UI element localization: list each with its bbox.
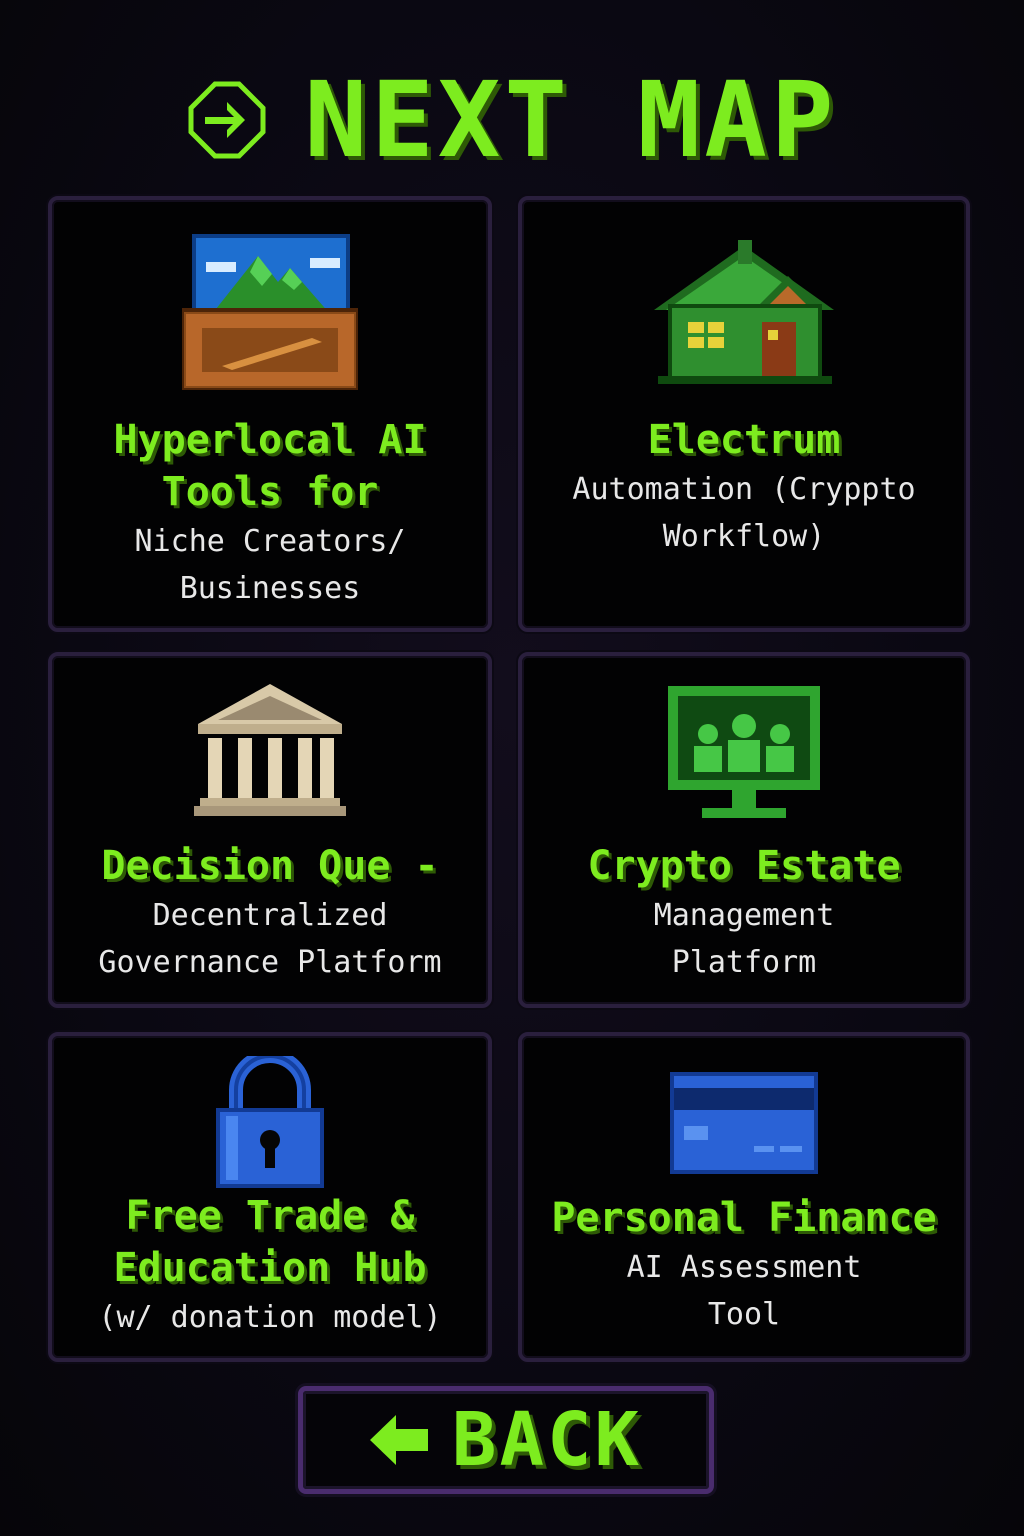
landscape-painting-chest-icon <box>182 234 358 390</box>
map-card-electrum[interactable]: Electrum Automation (Cryppto Workflow) <box>518 196 970 632</box>
map-title: Free Trade & Education Hub <box>113 1193 427 1291</box>
map-title: Hyperlocal AI Tools for <box>113 417 427 515</box>
map-title: Personal Finance <box>551 1195 937 1241</box>
back-label: BACK <box>451 1397 643 1483</box>
bank-building-icon <box>194 684 346 816</box>
map-title: Decision Que - <box>101 843 439 889</box>
header: NEXT MAP <box>0 59 1024 181</box>
map-subtitle: (w/ donation model) <box>98 1300 442 1335</box>
map-card-free-trade[interactable]: Free Trade & Education Hub (w/ donation … <box>48 1032 492 1362</box>
map-subtitle: Automation (Cryppto Workflow) <box>572 472 916 554</box>
map-card-hyperlocal-ai[interactable]: Hyperlocal AI Tools for Niche Creators/ … <box>48 196 492 632</box>
padlock-icon <box>216 1056 324 1188</box>
map-card-decision-que[interactable]: Decision Que - Decentralized Governance … <box>48 652 492 1008</box>
map-subtitle: AI Assessment Tool <box>626 1250 862 1332</box>
map-subtitle: Management Platform <box>653 898 835 980</box>
map-subtitle: Decentralized Governance Platform <box>98 898 442 980</box>
page-title: NEXT MAP <box>304 59 838 181</box>
arrow-right-circle-icon <box>188 81 266 159</box>
map-subtitle: Niche Creators/ Businesses <box>134 524 406 606</box>
map-card-crypto-estate[interactable]: Crypto Estate Management Platform <box>518 652 970 1008</box>
map-card-personal-finance[interactable]: Personal Finance AI Assessment Tool <box>518 1032 970 1362</box>
arrow-left-icon <box>369 1415 428 1465</box>
map-title: Crypto Estate <box>587 843 901 889</box>
green-house-icon <box>654 240 834 384</box>
monitor-people-icon <box>668 686 820 818</box>
credit-card-icon <box>670 1072 818 1174</box>
back-button[interactable]: BACK <box>298 1386 714 1494</box>
map-title: Electrum <box>647 417 841 463</box>
